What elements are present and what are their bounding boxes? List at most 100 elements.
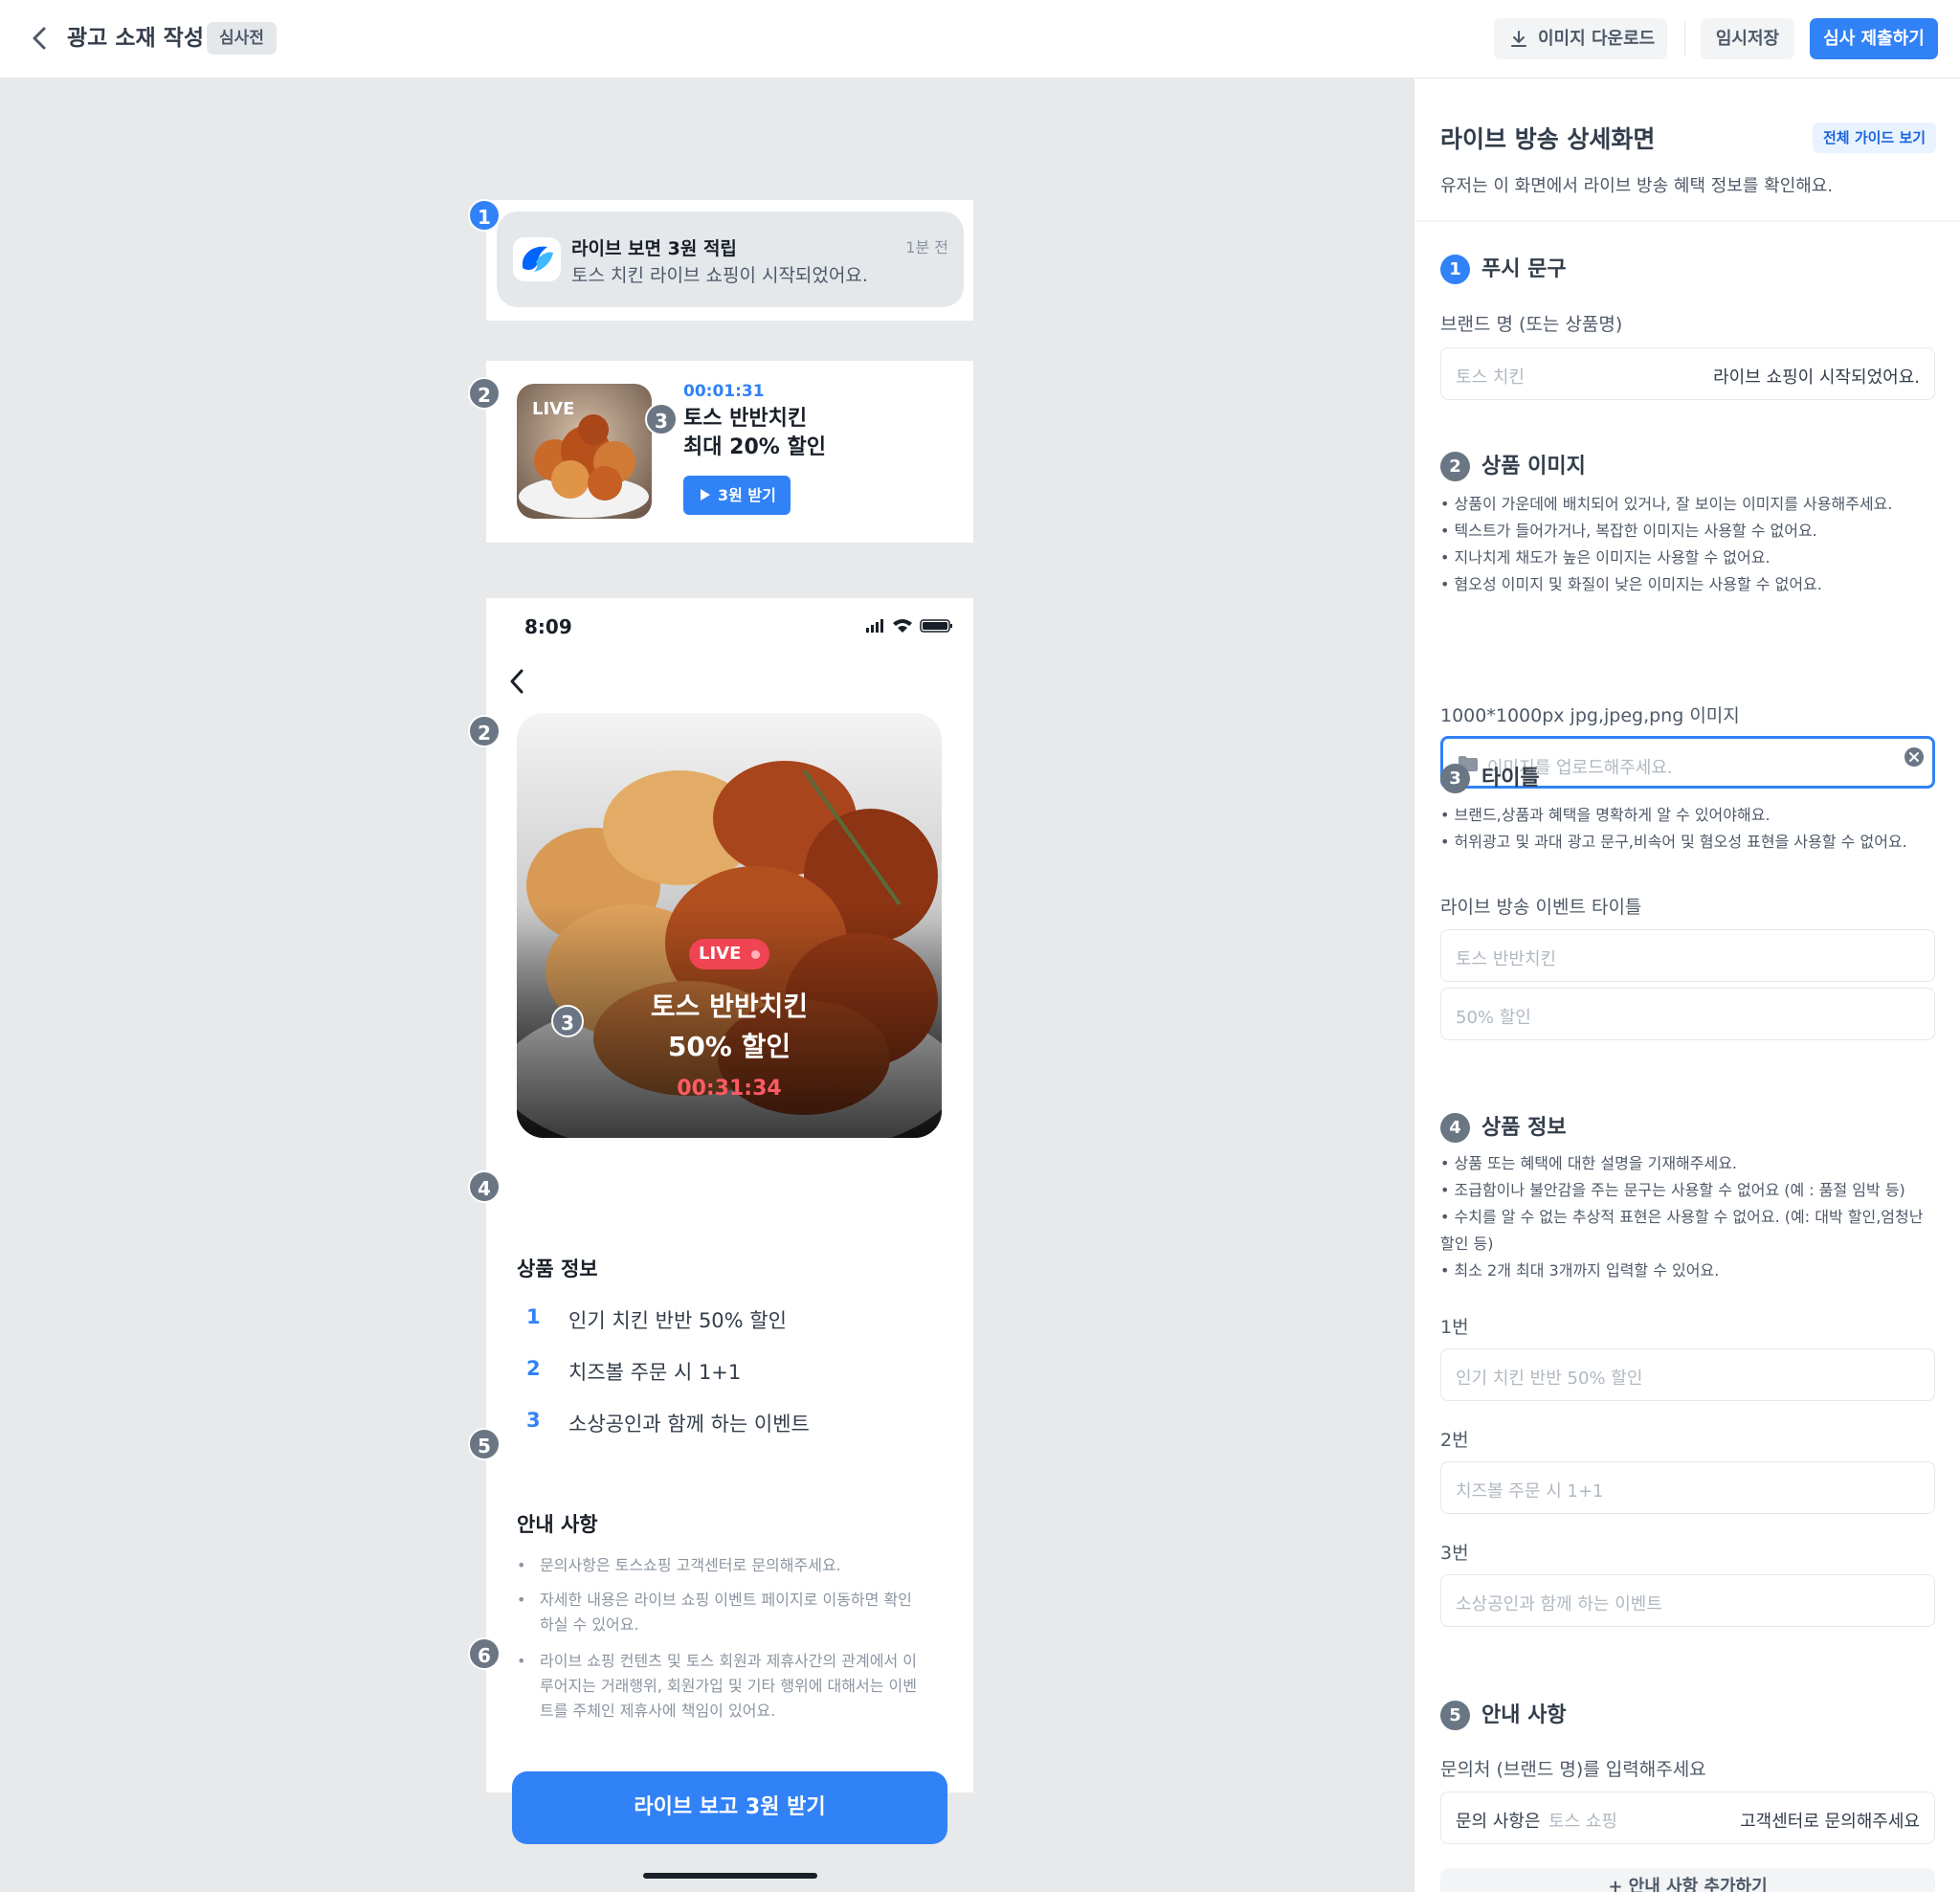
product-item-2-field[interactable]: 치즈볼 주문 시 1+1 xyxy=(1440,1461,1935,1514)
banner-timer: 00:01:31 xyxy=(683,382,765,401)
marker-3-hero: 3 xyxy=(551,1005,584,1037)
hero-live-label: LIVE xyxy=(699,944,742,964)
toss-logo xyxy=(513,237,561,281)
guideline-item: • 텍스트가 들어가거나, 복잡한 이미지는 사용할 수 없어요. xyxy=(1440,522,1817,540)
banner-live-badge: LIVE xyxy=(532,399,575,419)
marker-4: 4 xyxy=(468,1170,501,1203)
home-indicator xyxy=(643,1873,817,1879)
notice-item: 문의사항은 토스쇼핑 고객센터로 문의해주세요. xyxy=(517,1553,923,1578)
temp-save-button[interactable]: 임시저장 xyxy=(1701,18,1794,59)
guideline-item: • 상품 또는 혜택에 대한 설명을 기재해주세요. xyxy=(1440,1154,1737,1172)
phone-back-icon[interactable] xyxy=(505,668,528,695)
marker-3-banner: 3 xyxy=(645,403,678,435)
brand-name-suffix: 라이브 쇼핑이 시작되었어요. xyxy=(1713,367,1920,388)
guideline-item: • 상품이 가운데에 배치되어 있거나, 잘 보이는 이미지를 사용해주세요. xyxy=(1440,495,1893,513)
toolbar-divider xyxy=(1684,21,1685,56)
image-guidelines: • 상품이 가운데에 배치되어 있거나, 잘 보이는 이미지를 사용해주세요. … xyxy=(1440,491,1938,598)
signal-wifi-battery-icon xyxy=(866,619,952,633)
event-title-label: 라이브 방송 이벤트 타이틀 xyxy=(1440,897,1642,918)
top-bar: 광고 소재 작성 심사전 이미지 다운로드 임시저장 심사 제출하기 xyxy=(0,0,1960,78)
guideline-item: • 브랜드,상품과 혜택을 명확하게 알 수 있어야해요. xyxy=(1440,806,1771,824)
brand-name-label: 브랜드 명 (또는 상품명) xyxy=(1440,314,1623,335)
marker-2-hero: 2 xyxy=(468,715,501,747)
submit-review-button[interactable]: 심사 제출하기 xyxy=(1810,18,1938,59)
event-title-line1-placeholder: 토스 반반치킨 xyxy=(1456,949,1557,969)
section-number: 1 xyxy=(1440,255,1470,284)
marker-2-banner: 2 xyxy=(468,377,501,410)
marker-5: 5 xyxy=(468,1428,501,1460)
status-bar-time: 8:09 xyxy=(524,615,572,638)
status-bar-icons xyxy=(866,617,954,636)
full-guide-button[interactable]: 전체 가이드 보기 xyxy=(1813,122,1937,153)
download-icon xyxy=(1511,31,1526,47)
panel-divider xyxy=(1414,220,1960,222)
clear-icon[interactable] xyxy=(1904,746,1925,768)
section-heading: 안내 사항 xyxy=(1481,1703,1567,1727)
banner-title-line1: 토스 반반치킨 xyxy=(683,407,808,431)
inquiry-prefix: 문의 사항은 xyxy=(1456,1812,1541,1832)
section-number: 5 xyxy=(1440,1701,1470,1730)
event-title-line1-field[interactable]: 토스 반반치킨 xyxy=(1440,929,1935,982)
product-item-3-placeholder: 소상공인과 함께 하는 이벤트 xyxy=(1456,1594,1662,1614)
guideline-item: • 혐오성 이미지 및 화질이 낮은 이미지는 사용할 수 없어요. xyxy=(1440,575,1822,593)
section-number: 4 xyxy=(1440,1113,1470,1143)
play-icon xyxy=(701,489,710,501)
image-spec-label: 1000*1000px jpg,jpeg,png 이미지 xyxy=(1440,705,1740,726)
push-time: 1분 전 xyxy=(905,238,948,256)
inquiry-brand-field[interactable]: 문의 사항은 토스 쇼핑 고객센터로 문의해주세요 xyxy=(1440,1792,1935,1844)
banner-reward-label: 3원 받기 xyxy=(718,486,776,504)
phone-preview-card: 8:09 LIVE 토스 반반치킨 50% 할인 00:31:34 상품 정보 … xyxy=(486,598,973,1879)
preview-canvas: 라이브 보면 3원 적립 토스 치킨 라이브 쇼핑이 시작되었어요. 1분 전 … xyxy=(0,78,1414,1892)
push-title: 라이브 보면 3원 적립 xyxy=(571,238,737,259)
editor-panel: 라이브 방송 상세화면 전체 가이드 보기 유저는 이 화면에서 라이브 방송 … xyxy=(1414,78,1960,1892)
product-item: 1 인기 치킨 반반 50% 할인 xyxy=(517,1298,938,1336)
toss-logo-icon xyxy=(523,246,553,272)
product-item-text: 소상공인과 함께 하는 이벤트 xyxy=(568,1413,810,1436)
banner-reward-button[interactable]: 3원 받기 xyxy=(683,476,791,515)
product-guidelines: • 상품 또는 혜택에 대한 설명을 기재해주세요. • 조급함이나 불안감을 … xyxy=(1440,1150,1938,1284)
inquiry-label: 문의처 (브랜드 명)를 입력해주세요 xyxy=(1440,1759,1706,1780)
product-item-3-field[interactable]: 소상공인과 함께 하는 이벤트 xyxy=(1440,1574,1935,1627)
section-heading: 상품 정보 xyxy=(1481,1116,1567,1140)
notice-title: 안내 사항 xyxy=(517,1513,598,1536)
section-heading: 상품 이미지 xyxy=(1481,455,1586,479)
fried-chicken-photo xyxy=(517,713,942,1138)
guideline-item: • 조급함이나 불안감을 주는 문구는 사용할 수 없어요 (예 : 품절 임박… xyxy=(1440,1181,1905,1199)
banner-product-image: LIVE xyxy=(517,384,652,519)
section-heading: 푸시 문구 xyxy=(1481,257,1567,281)
hero-product-image: LIVE 토스 반반치킨 50% 할인 00:31:34 xyxy=(517,713,942,1138)
push-body: 토스 치킨 라이브 쇼핑이 시작되었어요. xyxy=(571,265,868,286)
guideline-item: • 수치를 알 수 없는 추상적 표현은 사용할 수 없어요. (예: 대박 할… xyxy=(1440,1208,1924,1253)
event-title-line2-field[interactable]: 50% 할인 xyxy=(1440,988,1935,1040)
guideline-item: • 최소 2개 최대 3개까지 입력할 수 있어요. xyxy=(1440,1261,1720,1280)
product-item-3-label: 3번 xyxy=(1440,1543,1469,1564)
inquiry-suffix: 고객센터로 문의해주세요 xyxy=(1740,1812,1920,1832)
section-number: 2 xyxy=(1440,452,1470,481)
panel-description: 유저는 이 화면에서 라이브 방송 혜택 정보를 확인해요. xyxy=(1440,176,1834,196)
image-download-button[interactable]: 이미지 다운로드 xyxy=(1494,18,1667,59)
back-arrow-icon[interactable] xyxy=(25,23,56,54)
image-download-label: 이미지 다운로드 xyxy=(1538,29,1656,49)
push-notification: 라이브 보면 3원 적립 토스 치킨 라이브 쇼핑이 시작되었어요. 1분 전 xyxy=(497,211,964,307)
brand-name-placeholder: 토스 치킨 xyxy=(1456,367,1525,388)
guideline-item: • 지나치게 채도가 높은 이미지는 사용할 수 없어요. xyxy=(1440,548,1771,567)
brand-name-field[interactable]: 토스 치킨 라이브 쇼핑이 시작되었어요. xyxy=(1440,347,1935,400)
notice-item: 라이브 쇼핑 컨텐츠 및 토스 회원과 제휴사간의 관계에서 이루어지는 거래행… xyxy=(517,1649,923,1724)
notice-item: 자세한 내용은 라이브 쇼핑 이벤트 페이지로 이동하면 확인하실 수 있어요. xyxy=(517,1588,923,1637)
guideline-item: • 허위광고 및 과대 광고 문구,비속어 및 혐오성 표현을 사용할 수 없어… xyxy=(1440,833,1907,851)
product-item-1-field[interactable]: 인기 치킨 반반 50% 할인 xyxy=(1440,1348,1935,1401)
product-item: 2 치즈볼 주문 시 1+1 xyxy=(517,1349,938,1388)
add-notice-button[interactable]: + 안내 사항 추가하기 xyxy=(1440,1868,1935,1892)
status-badge: 심사전 xyxy=(207,22,277,55)
page-title: 광고 소재 작성 xyxy=(67,26,204,51)
product-item-2-label: 2번 xyxy=(1440,1430,1469,1451)
section-heading: 타이틀 xyxy=(1481,767,1540,790)
product-item: 3 소상공인과 함께 하는 이벤트 xyxy=(517,1401,938,1439)
panel-title: 라이브 방송 상세화면 xyxy=(1440,125,1656,153)
product-info-title: 상품 정보 xyxy=(517,1258,598,1280)
hero-title-line2: 50% 할인 xyxy=(667,1031,791,1062)
hero-timer: 00:31:34 xyxy=(677,1077,782,1101)
banner-title: 토스 반반치킨 최대 20% 할인 xyxy=(683,405,826,462)
phone-cta-button[interactable]: 라이브 보고 3원 받기 xyxy=(512,1771,947,1844)
product-item-text: 치즈볼 주문 시 1+1 xyxy=(568,1361,742,1384)
